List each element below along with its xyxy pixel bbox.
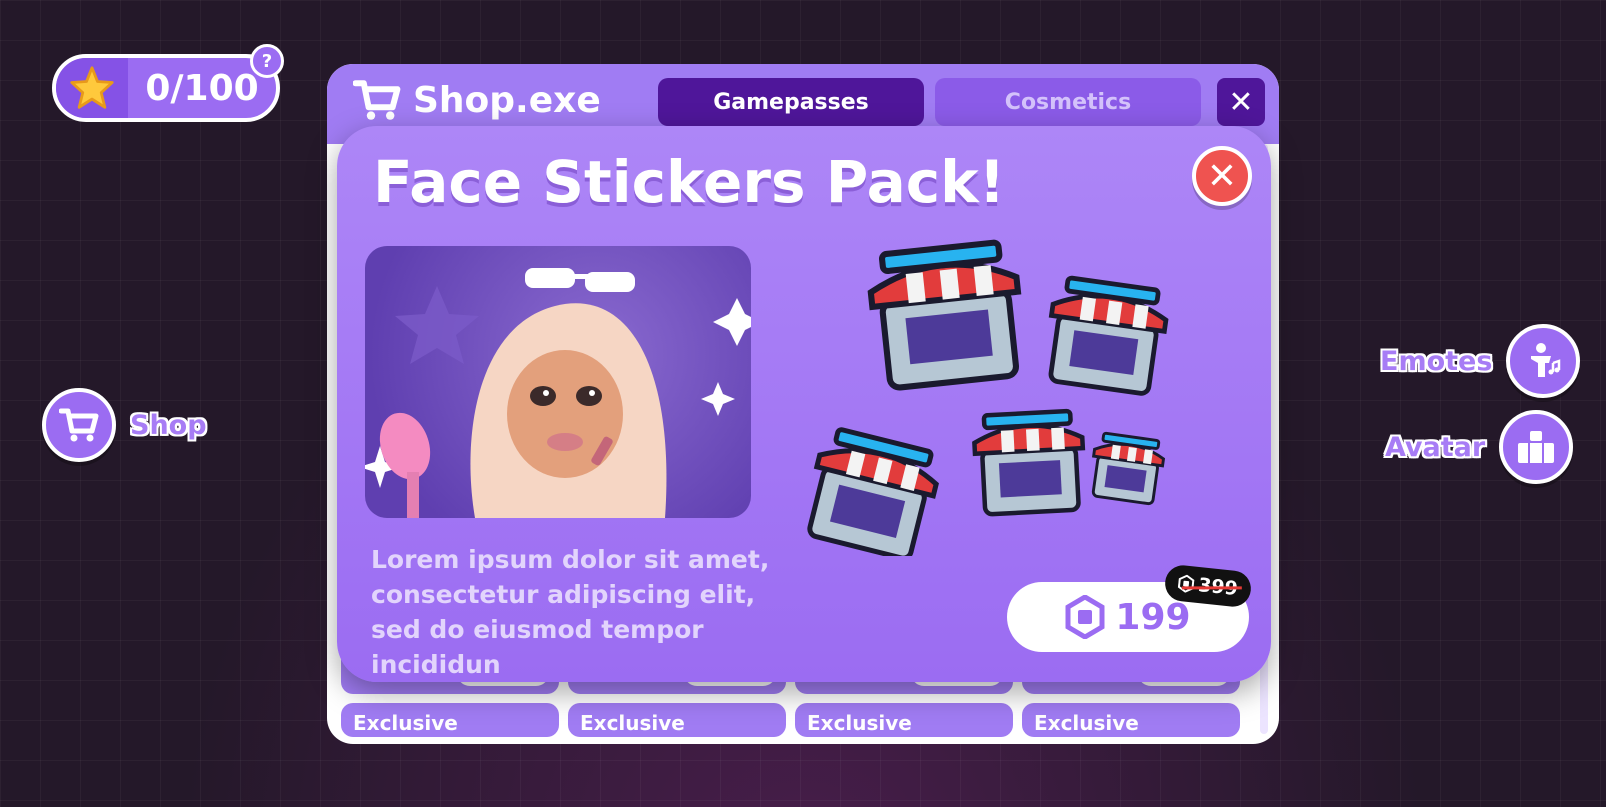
emotes-side-button[interactable]: Emotes: [1380, 324, 1581, 398]
old-price-value: 399: [1197, 574, 1239, 601]
emotes-side-label: Emotes: [1380, 345, 1493, 377]
avatar-side-button[interactable]: Avatar: [1385, 410, 1574, 484]
star-counter: 0/100 ?: [52, 44, 284, 122]
grid-card[interactable]: Exclusive: [795, 703, 1013, 737]
avatar-icon[interactable]: [1499, 410, 1574, 484]
shop-title-text: Shop.exe: [413, 79, 601, 121]
grid-card-label: Exclusive: [580, 711, 685, 735]
emote-icon[interactable]: [1506, 324, 1581, 398]
grid-card-label: Exclusive: [353, 711, 458, 735]
avatar-side-label: Avatar: [1385, 431, 1486, 463]
shop-close-button[interactable]: ✕: [1217, 78, 1265, 126]
modal-description: Lorem ipsum dolor sit amet, consectetur …: [371, 545, 770, 679]
tab-gamepasses[interactable]: Gamepasses: [658, 78, 924, 126]
product-image: [365, 246, 751, 518]
cart-icon[interactable]: [42, 388, 116, 462]
star-count: 0/100: [145, 67, 259, 109]
grid-card[interactable]: Exclusive: [568, 703, 786, 737]
modal-close-button[interactable]: ✕: [1192, 146, 1252, 206]
grid-card[interactable]: Exclusive: [341, 703, 559, 737]
grid-card-label: Exclusive: [807, 711, 912, 735]
stall-icons: [807, 236, 1227, 556]
help-badge[interactable]: ?: [250, 44, 284, 78]
robux-icon: [1065, 595, 1105, 639]
star-icon: [56, 58, 128, 118]
shop-title: Shop.exe: [353, 78, 601, 122]
grid-card[interactable]: Exclusive: [1022, 703, 1240, 737]
product-modal: Face Stickers Pack! ✕ Lorem ipsum dolor …: [337, 126, 1271, 682]
shop-side-button[interactable]: Shop: [42, 388, 207, 462]
grid-card-label: Exclusive: [1034, 711, 1139, 735]
modal-title: Face Stickers Pack!: [373, 148, 1006, 216]
cart-icon: [353, 80, 401, 120]
price-value: 199: [1115, 596, 1191, 638]
shop-side-label: Shop: [130, 409, 207, 441]
robux-icon: [1178, 574, 1195, 593]
tab-cosmetics[interactable]: Cosmetics: [935, 78, 1201, 126]
